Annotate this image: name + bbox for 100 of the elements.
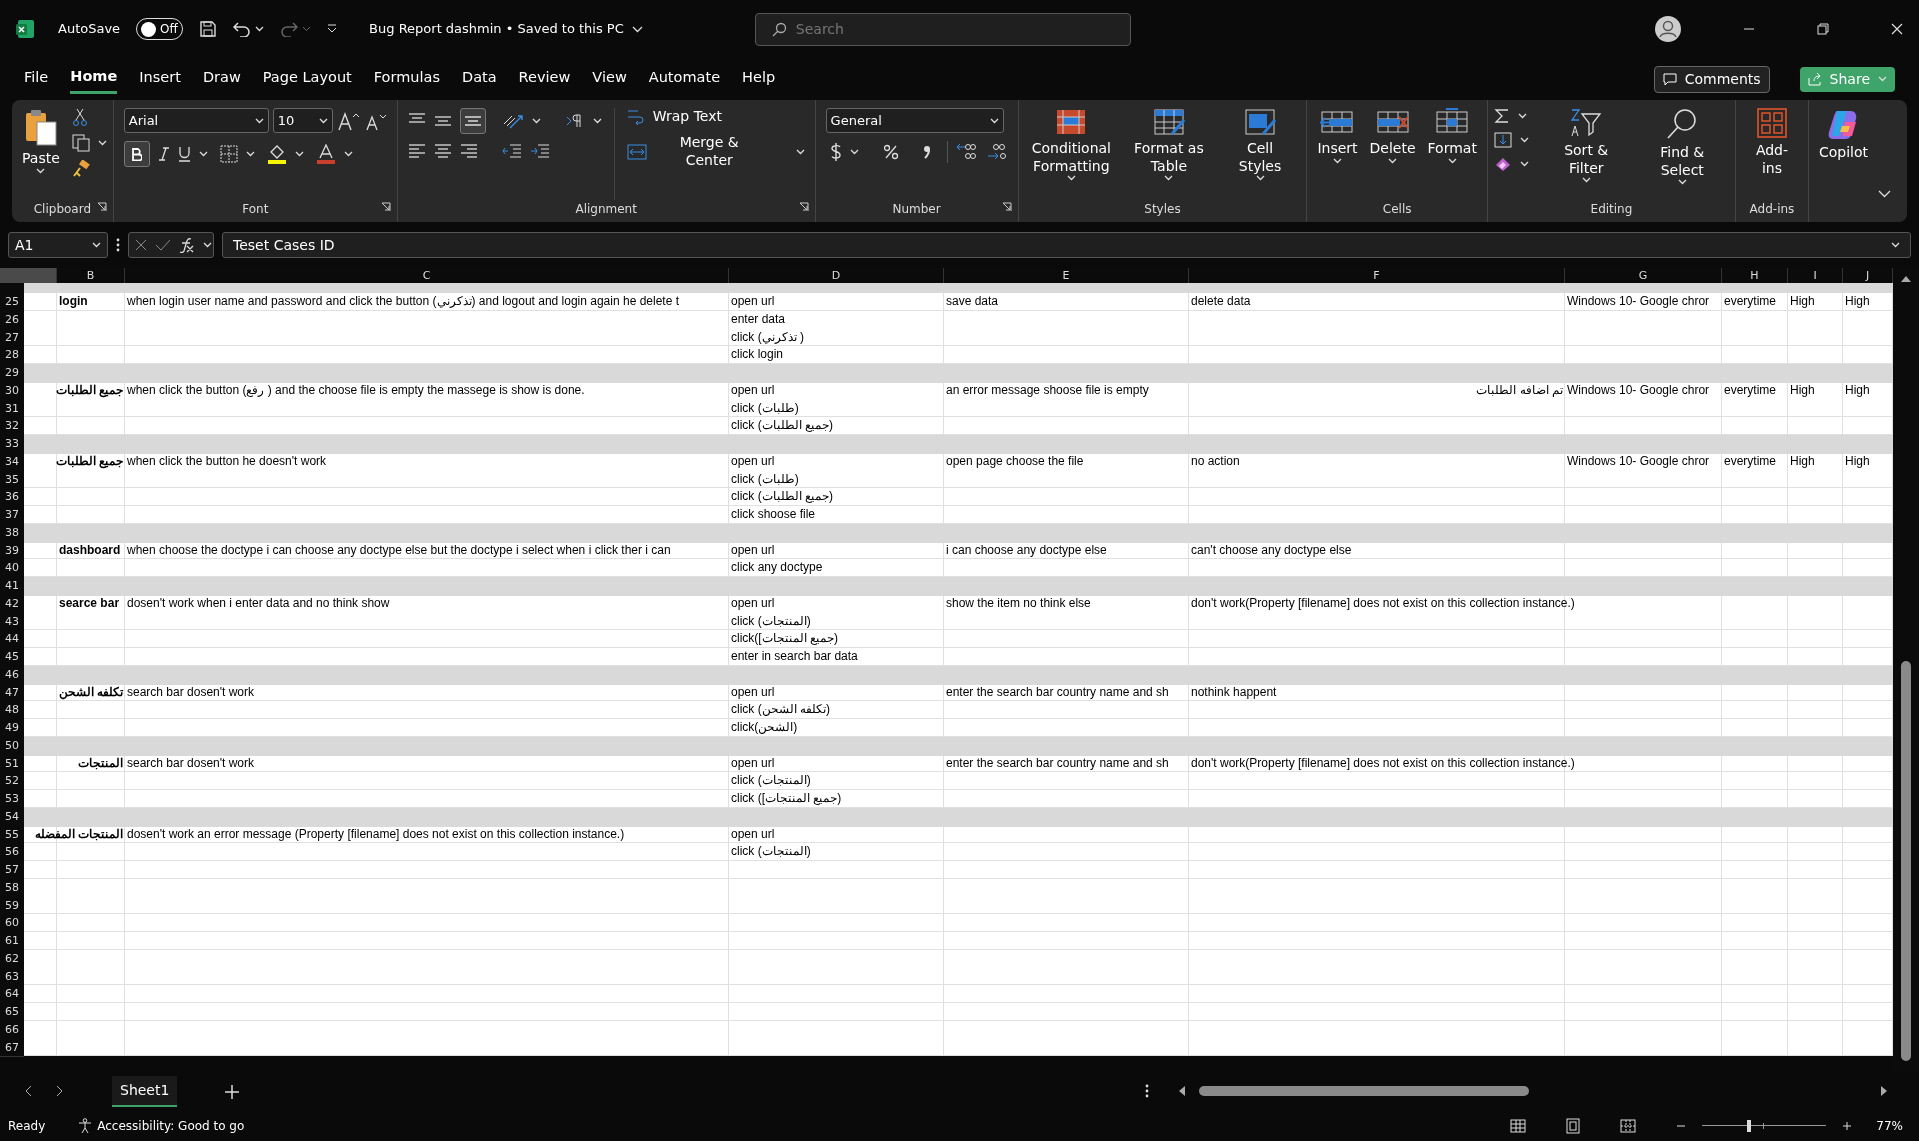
dialog-launcher-icon[interactable] — [1001, 202, 1012, 212]
customize-toolbar-icon[interactable] — [327, 24, 338, 34]
accessibility-status[interactable]: Accessibility: Good to go — [97, 1116, 245, 1135]
normal-view-icon[interactable] — [1510, 1118, 1527, 1133]
ribbon-button[interactable]: Insert — [1313, 108, 1362, 200]
row-number[interactable]: 25 — [0, 293, 24, 312]
caret-icon[interactable] — [36, 167, 46, 174]
caret-icon[interactable] — [97, 140, 107, 146]
insert-function-icon[interactable] — [179, 237, 195, 253]
row-number[interactable]: 41 — [0, 577, 24, 596]
dialog-launcher-icon[interactable] — [798, 202, 809, 212]
align-center-icon[interactable] — [433, 142, 452, 160]
menu-tab[interactable]: Review — [518, 65, 571, 93]
row-number[interactable]: 33 — [0, 435, 24, 454]
caret-icon[interactable] — [1519, 137, 1529, 143]
caret-icon[interactable] — [1066, 175, 1076, 181]
caret-icon[interactable] — [1388, 157, 1398, 164]
row-number[interactable]: 45 — [0, 648, 24, 667]
menu-tab[interactable]: Automate — [648, 65, 721, 93]
cut-icon[interactable] — [71, 108, 88, 126]
align-bottom-icon[interactable] — [459, 108, 486, 134]
dialog-launcher-icon[interactable] — [380, 202, 391, 212]
font-size-field[interactable]: 10 — [272, 108, 333, 133]
number-format-field[interactable]: General — [825, 108, 1004, 133]
dialog-launcher-icon[interactable] — [96, 202, 107, 212]
caret-icon[interactable] — [1164, 175, 1174, 181]
wrap-text-button[interactable]: Wrap Text — [622, 108, 809, 126]
align-left-icon[interactable] — [407, 142, 426, 160]
sheet-tab[interactable]: Sheet1 — [112, 1075, 178, 1107]
decrease-decimal-icon[interactable] — [985, 142, 1008, 162]
row-number[interactable]: 29 — [0, 364, 24, 383]
more-options-icon[interactable] — [116, 238, 120, 252]
save-icon[interactable] — [199, 20, 218, 38]
menu-tab[interactable]: Insert — [139, 65, 181, 93]
bold-icon[interactable] — [123, 141, 150, 167]
caret-icon[interactable] — [592, 118, 602, 124]
accessibility-icon[interactable] — [77, 1117, 94, 1134]
menu-tab[interactable]: Help — [742, 65, 776, 93]
zoom-slider-thumb[interactable] — [1747, 1119, 1752, 1132]
menu-tab[interactable]: File — [24, 65, 49, 93]
caret-icon[interactable] — [531, 118, 541, 124]
caret-icon[interactable] — [795, 148, 805, 155]
avatar-icon[interactable] — [1655, 16, 1681, 42]
add-sheet-icon[interactable] — [225, 1084, 240, 1099]
collapse-ribbon-icon[interactable] — [1878, 190, 1891, 198]
ribbon-button[interactable]: Delete — [1365, 108, 1420, 200]
increase-font-size-icon[interactable] — [336, 110, 361, 131]
row-number[interactable]: 37 — [0, 506, 24, 525]
ribbon-button[interactable]: Sort & Filter — [1540, 108, 1632, 200]
comments-button[interactable]: Comments — [1653, 65, 1770, 93]
page-layout-view-icon[interactable] — [1566, 1118, 1581, 1134]
caret-icon[interactable] — [343, 151, 353, 157]
caret-icon[interactable] — [245, 151, 255, 157]
caret-icon[interactable] — [294, 151, 304, 157]
row-number[interactable]: 65 — [0, 1003, 24, 1022]
row-number[interactable]: 49 — [0, 719, 24, 738]
caret-icon[interactable] — [1517, 113, 1527, 119]
caret-icon[interactable] — [849, 149, 859, 155]
borders-icon[interactable] — [219, 145, 238, 163]
name-box[interactable]: A1 — [8, 232, 108, 258]
menu-tab[interactable]: Page Layout — [262, 65, 352, 93]
ribbon-button[interactable]: Add-ins — [1742, 108, 1802, 200]
menu-tab[interactable]: Draw — [202, 65, 241, 93]
font-name-field[interactable]: Arial — [123, 108, 269, 133]
percent-icon[interactable] — [882, 144, 899, 160]
caret-icon[interactable] — [255, 26, 265, 32]
merge-center-button[interactable]: Merge & Center — [622, 134, 809, 169]
ribbon-button[interactable]: Format as Table — [1122, 108, 1216, 200]
caret-icon[interactable] — [1891, 242, 1900, 248]
menu-tab[interactable]: Home — [70, 63, 118, 95]
underline-icon[interactable] — [177, 146, 191, 162]
caret-icon[interactable] — [92, 242, 101, 248]
caret-icon[interactable] — [254, 117, 264, 124]
caret-icon[interactable] — [1447, 157, 1457, 164]
caret-icon[interactable] — [198, 151, 208, 157]
paste-button[interactable]: Paste — [18, 108, 64, 200]
align-right-icon[interactable] — [459, 142, 478, 160]
more-options-icon[interactable] — [1145, 1084, 1149, 1098]
row-number[interactable]: 57 — [0, 861, 24, 880]
caret-icon[interactable] — [318, 117, 328, 124]
increase-decimal-icon[interactable] — [955, 142, 978, 162]
orientation-icon[interactable] — [501, 112, 524, 130]
ribbon-button[interactable]: Format — [1423, 108, 1481, 200]
menu-tab[interactable]: View — [592, 65, 627, 93]
row-number[interactable]: 53 — [0, 790, 24, 809]
zoom-in-icon[interactable] — [1842, 1120, 1853, 1131]
fill-down-icon[interactable] — [1493, 132, 1512, 148]
caret-icon[interactable] — [1581, 177, 1591, 183]
page-break-view-icon[interactable] — [1620, 1119, 1637, 1133]
formula-field[interactable]: Teset Cases ID — [222, 232, 1911, 258]
ribbon-button[interactable]: Cell Styles — [1219, 108, 1301, 200]
caret-icon[interactable] — [1519, 161, 1529, 167]
font-color-icon[interactable] — [315, 144, 336, 164]
chevron-down-icon[interactable] — [631, 25, 643, 33]
cancel-icon[interactable] — [135, 239, 147, 251]
autosum-icon[interactable] — [1493, 108, 1510, 124]
enter-check-icon[interactable] — [155, 239, 171, 251]
caret-icon[interactable] — [1677, 179, 1687, 185]
decrease-indent-icon[interactable] — [501, 142, 522, 160]
currency-icon[interactable] — [829, 142, 842, 162]
